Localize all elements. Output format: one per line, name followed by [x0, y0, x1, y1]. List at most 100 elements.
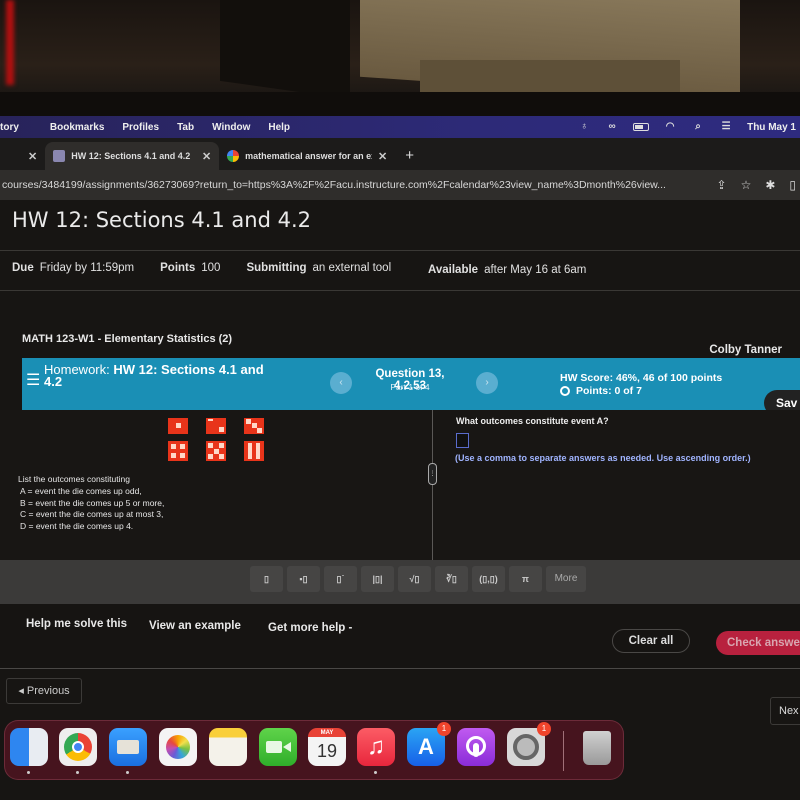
menu-help[interactable]: Help: [259, 122, 299, 133]
bookmark-star-icon[interactable]: ☆: [741, 178, 752, 192]
hw-score: HW Score: 46%, 46 of 100 points: [560, 372, 723, 384]
view-example-link[interactable]: View an example: [149, 620, 241, 632]
chrome-icon[interactable]: [59, 728, 97, 774]
menubar: tory Bookmarks Profiles Tab Window Help …: [0, 116, 800, 138]
progress-ring-icon: [560, 386, 570, 396]
homework-title: Homework: HW 12: Sections 4.1 and 4.2: [44, 362, 264, 389]
page-content: HW 12: Sections 4.1 and 4.2 Due Friday by…: [0, 200, 800, 800]
clear-all-button[interactable]: Clear all: [612, 629, 690, 653]
tab-bar: ✕ HW 12: Sections 4.1 and 4.2 ✕ mathemat…: [0, 138, 800, 170]
next-question-button[interactable]: ›: [476, 372, 498, 394]
pane-resize-handle[interactable]: ⋮: [428, 463, 437, 485]
menu-history[interactable]: tory: [0, 122, 28, 133]
facetime-icon[interactable]: [259, 728, 297, 766]
close-icon[interactable]: ✕: [28, 150, 37, 163]
url-field[interactable]: courses/3484199/assignments/36273069?ret…: [0, 179, 700, 191]
get-more-help-link[interactable]: Get more help -: [268, 622, 352, 634]
question-prompt: List the outcomes constituting A = event…: [18, 474, 164, 533]
question-part: Part 1 of 4: [390, 382, 430, 392]
extensions-icon[interactable]: ✱: [765, 178, 775, 192]
mail-icon[interactable]: [109, 728, 147, 774]
photos-icon[interactable]: [159, 728, 197, 766]
podcasts-icon[interactable]: [457, 728, 495, 766]
menu-window[interactable]: Window: [203, 122, 259, 133]
tab-label: mathematical answer for an ex: [245, 151, 372, 161]
pi-button[interactable]: π: [509, 566, 542, 592]
sidebar-icon[interactable]: ▯: [789, 178, 796, 192]
creative-cloud-icon[interactable]: ∞: [605, 122, 619, 132]
course-name: MATH 123-W1 - Elementary Statistics (2): [22, 333, 233, 345]
notes-icon[interactable]: [209, 728, 247, 766]
due-info: Due Friday by 11:59pm: [12, 262, 135, 274]
notification-badge: 1: [437, 722, 451, 736]
student-name: Colby Tanner: [709, 344, 782, 356]
battery-icon[interactable]: [633, 123, 650, 131]
divider: [0, 250, 800, 251]
answer-input[interactable]: [456, 433, 469, 448]
question-area: List the outcomes constituting A = event…: [0, 410, 800, 560]
prompt-intro: List the outcomes constituting: [18, 474, 130, 484]
tab-previous-close[interactable]: ✕: [0, 142, 45, 170]
nth-root-button[interactable]: ∛▯: [435, 566, 468, 592]
exponent-button[interactable]: ▯˙: [324, 566, 357, 592]
close-icon[interactable]: ✕: [202, 150, 211, 163]
finder-icon[interactable]: [10, 728, 48, 774]
next-button[interactable]: Nex: [770, 697, 800, 725]
address-bar: courses/3484199/assignments/36273069?ret…: [0, 170, 800, 200]
event-a-definition: A = event the die comes up odd,: [20, 485, 142, 496]
event-d-definition: D = event the die comes up 4.: [20, 521, 134, 532]
spotlight-search-icon[interactable]: ⌕: [691, 122, 705, 132]
fraction-button[interactable]: ▯: [250, 566, 283, 592]
menubar-clock[interactable]: Thu May 1: [747, 122, 796, 133]
calendar-icon[interactable]: MAY 19: [308, 728, 346, 766]
hamburger-menu-icon[interactable]: ☰: [26, 370, 40, 390]
menu-bookmarks[interactable]: Bookmarks: [28, 122, 113, 133]
mixed-number-button[interactable]: ▪▯: [287, 566, 320, 592]
die-face-4: [168, 441, 188, 461]
more-button[interactable]: More: [546, 566, 586, 592]
help-row: Help me solve this View an example Get m…: [0, 604, 800, 670]
mymathlab-header: ☰ Homework: HW 12: Sections 4.1 and 4.2 ‹…: [22, 358, 800, 416]
dock: MAY 19 ♫ A 1 1: [4, 720, 624, 780]
previous-button[interactable]: ◂ Previous: [6, 678, 82, 704]
available-info: Available after May 16 at 6am: [428, 264, 587, 276]
system-preferences-icon[interactable]: 1: [507, 722, 551, 766]
screen: tory Bookmarks Profiles Tab Window Help …: [0, 116, 800, 800]
square-root-button[interactable]: √▯: [398, 566, 431, 592]
app-store-icon[interactable]: A 1: [407, 722, 451, 766]
die-face-1: [168, 418, 188, 434]
event-b-definition: B = event the die comes up 5 or more,: [20, 497, 165, 508]
menu-profiles[interactable]: Profiles: [113, 122, 168, 133]
google-favicon-icon: [227, 150, 240, 162]
wifi-icon[interactable]: ◠: [663, 122, 677, 132]
share-icon[interactable]: ⇪: [717, 178, 727, 192]
die-face-2: [206, 418, 226, 434]
previous-question-button[interactable]: ‹: [330, 372, 352, 394]
die-face-3: [244, 418, 264, 434]
divider: [0, 290, 800, 291]
notification-badge: 1: [537, 722, 551, 736]
absolute-value-button[interactable]: |▯|: [361, 566, 394, 592]
pane-divider: [432, 410, 433, 560]
assignment-meta: Due Friday by 11:59pm Points 100 Submittin…: [12, 262, 391, 274]
points-info: Points 100: [160, 262, 221, 274]
trash-icon[interactable]: [577, 728, 615, 766]
red-light: [6, 0, 14, 85]
menu-tab[interactable]: Tab: [168, 122, 203, 133]
check-answer-button[interactable]: Check answe: [716, 631, 800, 655]
laptop-bezel: [0, 92, 800, 116]
tab-hw12[interactable]: HW 12: Sections 4.1 and 4.2 ✕: [45, 142, 220, 170]
divider: [0, 668, 800, 669]
new-tab-button[interactable]: +: [395, 147, 424, 170]
die-face-6: [244, 441, 264, 461]
ordered-pair-button[interactable]: (▯,▯): [472, 566, 505, 592]
help-me-solve-link[interactable]: Help me solve this: [26, 618, 127, 630]
tab-google-search[interactable]: mathematical answer for an ex ✕: [219, 142, 395, 170]
close-icon[interactable]: ✕: [378, 150, 387, 163]
control-center-icon[interactable]: ☰: [719, 122, 733, 132]
event-c-definition: C = event the die comes up at most 3,: [20, 509, 164, 520]
vpn-icon[interactable]: ♁: [577, 122, 591, 132]
music-icon[interactable]: ♫: [357, 728, 395, 774]
math-toolbar: ▯ ▪▯ ▯˙ |▯| √▯ ∛▯ (▯,▯) π More: [0, 560, 800, 604]
answer-hint: (Use a comma to separate answers as need…: [455, 453, 751, 463]
